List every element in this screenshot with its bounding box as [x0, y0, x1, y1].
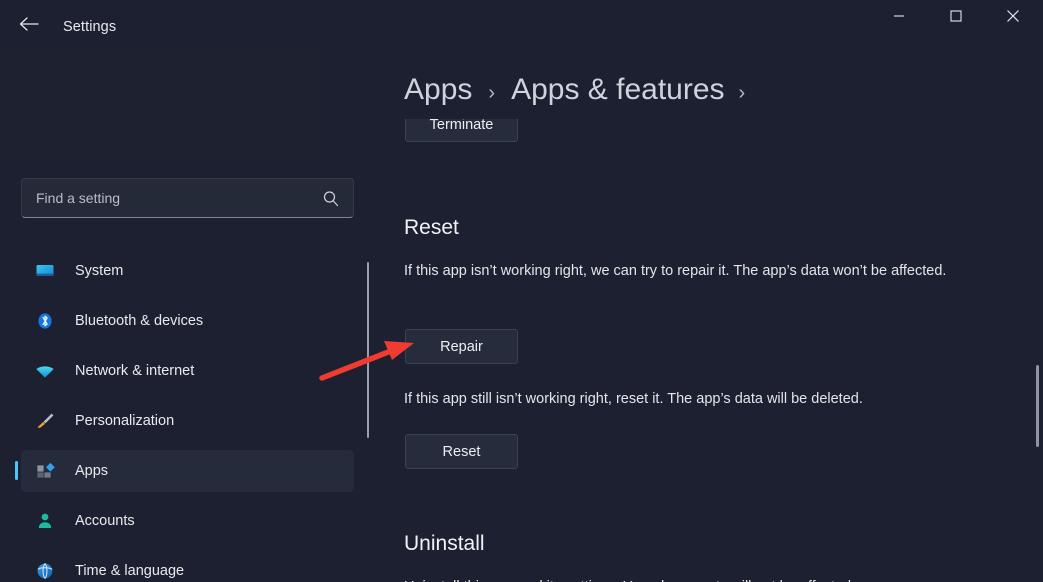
chevron-right-icon: ›	[488, 82, 496, 104]
content-body: Terminate Reset If this app isn’t workin…	[375, 119, 1043, 582]
sidebar-item-apps[interactable]: Apps	[15, 450, 354, 492]
sidebar-item-system[interactable]: System	[21, 250, 354, 292]
selected-indicator	[15, 461, 18, 480]
settings-window: Settings Find a setting System Bluetooth…	[0, 0, 1043, 582]
minimize-icon	[893, 10, 905, 22]
navigation-sidebar: System Bluetooth & devices	[0, 46, 375, 582]
content-scrollbar-thumb[interactable]	[1035, 365, 1039, 447]
sidebar-item-label: Apps	[75, 463, 109, 479]
search-input[interactable]	[36, 190, 316, 207]
content-header: Apps › Apps & features ›	[375, 46, 1043, 119]
sidebar-item-label: Personalization	[75, 413, 175, 429]
sidebar-item-label: System	[75, 263, 124, 279]
close-button[interactable]	[990, 0, 1036, 32]
apps-icon	[35, 461, 55, 481]
terminate-button[interactable]: Terminate	[405, 119, 518, 142]
uninstall-description: Uninstall this app and its settings. You…	[404, 576, 964, 582]
breadcrumb: Apps › Apps & features ›	[404, 71, 761, 112]
window-title: Settings	[63, 19, 117, 35]
globe-icon	[35, 561, 55, 581]
sidebar-item-label: Time & language	[75, 563, 185, 579]
reset-description-2: If this app still isn’t working right, r…	[404, 391, 863, 407]
sidebar-item-label: Accounts	[75, 513, 135, 529]
content-scrollbar[interactable]	[1034, 365, 1040, 447]
close-icon	[1006, 9, 1020, 23]
title-bar: Settings	[0, 0, 1043, 46]
minimize-button[interactable]	[876, 0, 922, 32]
breadcrumb-item-apps-features[interactable]: Apps & features	[511, 71, 724, 109]
uninstall-section-heading: Uninstall	[404, 532, 485, 555]
repair-button[interactable]: Repair	[405, 329, 518, 364]
search-box[interactable]	[21, 178, 354, 218]
sidebar-item-label: Bluetooth & devices	[75, 313, 204, 329]
breadcrumb-item-apps[interactable]: Apps	[404, 71, 472, 109]
sidebar-item-personalization[interactable]: Personalization	[21, 400, 354, 442]
reset-button[interactable]: Reset	[405, 434, 518, 469]
reset-section-heading: Reset	[404, 216, 459, 239]
wifi-icon	[35, 361, 55, 381]
sidebar-item-bluetooth-devices[interactable]: Bluetooth & devices	[21, 300, 354, 342]
sidebar-scrollbar-thumb[interactable]	[367, 262, 369, 438]
chevron-right-icon-trailing: ›	[738, 82, 746, 104]
search-icon[interactable]	[321, 189, 341, 209]
sidebar-item-label: Network & internet	[75, 363, 195, 379]
paintbrush-icon	[35, 411, 55, 431]
user-profile-card[interactable]	[0, 46, 322, 161]
sidebar-item-network-internet[interactable]: Network & internet	[21, 350, 354, 392]
reset-description-1: If this app isn’t working right, we can …	[404, 263, 947, 279]
sidebar-scrollbar[interactable]	[366, 262, 370, 438]
person-icon	[35, 511, 55, 531]
bluetooth-icon	[35, 311, 55, 331]
back-button[interactable]	[8, 8, 50, 40]
maximize-icon	[950, 10, 962, 22]
sidebar-item-accounts[interactable]: Accounts	[21, 500, 354, 542]
sidebar-item-time-language[interactable]: Time & language	[21, 550, 354, 582]
back-arrow-icon	[18, 15, 40, 33]
monitor-icon	[35, 261, 55, 281]
maximize-button[interactable]	[933, 0, 979, 32]
